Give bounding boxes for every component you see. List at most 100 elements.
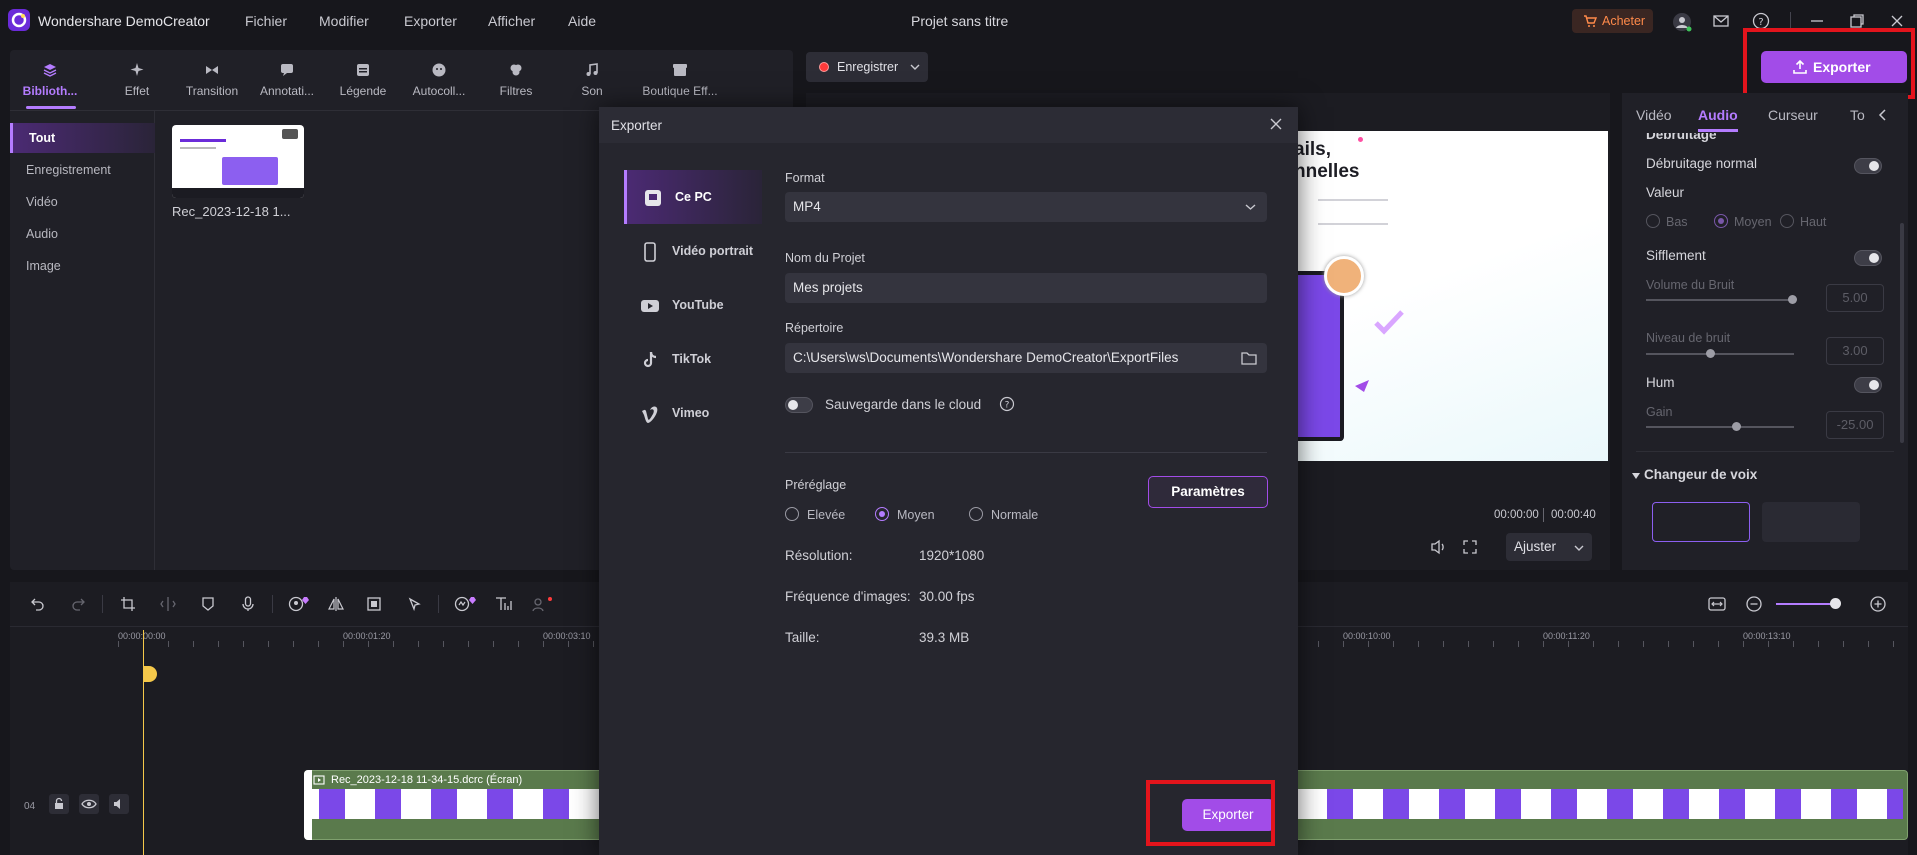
noise-level-slider[interactable] (1646, 353, 1794, 355)
settings-button[interactable]: Paramètres (1148, 476, 1268, 508)
noise-level-knob[interactable] (1706, 349, 1715, 358)
voice-option-card[interactable] (1652, 502, 1750, 542)
value-radio-moyen[interactable] (1714, 214, 1728, 228)
record-button[interactable]: Enregistrer (806, 52, 928, 82)
gain-knob[interactable] (1732, 422, 1741, 431)
directory-label: Répertoire (785, 321, 844, 335)
fullscreen-icon[interactable] (1462, 539, 1478, 555)
sidebar-item-tout[interactable]: Tout (10, 123, 155, 153)
sidebar-item-video[interactable]: Vidéo (10, 187, 155, 217)
directory-input[interactable]: C:\Users\ws\Documents\Wondershare DemoCr… (785, 343, 1267, 373)
tab-legende[interactable]: Légende (328, 60, 398, 98)
menu-exporter[interactable]: Exporter (404, 13, 457, 29)
media-clip-thumbnail[interactable] (172, 125, 304, 198)
cursor-effect-icon[interactable] (406, 596, 422, 612)
sidebar-item-audio[interactable]: Audio (10, 219, 155, 249)
destination-video-portrait[interactable]: Vidéo portrait (624, 224, 762, 278)
mirror-icon[interactable] (328, 596, 344, 612)
playhead-marker[interactable] (143, 666, 157, 682)
playhead-line[interactable] (143, 630, 144, 855)
redo-icon[interactable] (70, 596, 86, 612)
cloud-backup-toggle[interactable] (785, 397, 813, 413)
preset-radio-normale[interactable] (969, 507, 983, 521)
fit-timeline-icon[interactable] (1708, 596, 1726, 612)
sidebar-item-image[interactable]: Image (10, 251, 155, 281)
project-name-input[interactable]: Mes projets (785, 273, 1267, 303)
props-tab-curseur[interactable]: Curseur (1768, 107, 1818, 123)
tab-transition[interactable]: Transition (177, 60, 247, 98)
gain-input[interactable]: -25.00 (1826, 411, 1884, 439)
music-icon (557, 60, 627, 80)
menu-afficher[interactable]: Afficher (488, 13, 535, 29)
eye-icon[interactable] (79, 794, 99, 814)
zoom-in-icon[interactable] (1870, 596, 1886, 612)
destination-tiktok[interactable]: TikTok (624, 332, 762, 386)
tab-boutique-effets[interactable]: Boutique Eff... (630, 60, 730, 98)
preset-radio-moyen[interactable] (875, 507, 889, 521)
menu-aide[interactable]: Aide (568, 13, 596, 29)
account-icon[interactable] (1672, 12, 1692, 32)
menu-fichier[interactable]: Fichier (245, 13, 287, 29)
crop-icon[interactable] (120, 596, 136, 612)
noise-volume-input[interactable]: 5.00 (1826, 284, 1884, 312)
time-separator (1543, 508, 1544, 522)
noise-volume-slider[interactable] (1646, 299, 1794, 301)
zoom-slider[interactable] (1776, 603, 1838, 605)
caret-down-icon[interactable] (1631, 472, 1641, 480)
time-current: 00:00:00 (1494, 509, 1539, 521)
clip-start-handle[interactable] (304, 770, 312, 840)
menu-modifier[interactable]: Modifier (319, 13, 369, 29)
voice-icon[interactable] (532, 596, 554, 612)
close-icon[interactable] (1269, 117, 1283, 131)
audio-stretch-icon[interactable] (494, 596, 512, 612)
noise-volume-knob[interactable] (1788, 295, 1797, 304)
undo-icon[interactable] (30, 596, 46, 612)
lock-icon[interactable] (49, 794, 69, 814)
voice-option-card[interactable] (1762, 502, 1860, 542)
props-tab-video[interactable]: Vidéo (1636, 107, 1672, 123)
noise-level-input[interactable]: 3.00 (1826, 337, 1884, 365)
sidebar-item-enregistrement[interactable]: Enregistrement (10, 155, 155, 185)
format-select[interactable]: MP4 (785, 192, 1267, 222)
chevron-left-icon[interactable] (1878, 109, 1888, 121)
tab-annotation[interactable]: Annotati... (252, 60, 322, 98)
microphone-icon[interactable] (240, 596, 256, 612)
tab-label: Annotati... (259, 84, 315, 98)
preset-radio-elevee[interactable] (785, 507, 799, 521)
split-icon[interactable] (160, 596, 176, 612)
greenscreen-icon[interactable] (366, 596, 382, 612)
zoom-slider-knob[interactable] (1830, 598, 1841, 609)
folder-icon[interactable] (1241, 351, 1257, 365)
ai-effect-icon[interactable] (454, 596, 480, 612)
gain-slider[interactable] (1646, 426, 1794, 428)
props-scrollbar[interactable] (1900, 223, 1904, 443)
info-icon[interactable]: ? (999, 396, 1015, 412)
whistle-toggle[interactable] (1854, 250, 1882, 266)
ruler-label: 00:00:01:20 (343, 631, 391, 641)
tab-son[interactable]: Son (557, 60, 627, 98)
destination-youtube[interactable]: YouTube (624, 278, 762, 332)
tab-filtres[interactable]: Filtres (481, 60, 551, 98)
props-tab-partial[interactable]: To (1850, 107, 1868, 123)
volume-icon[interactable] (1430, 539, 1448, 555)
fit-dropdown[interactable]: Ajuster (1506, 533, 1592, 561)
tab-autocollant[interactable]: Autocoll... (404, 60, 474, 98)
transition-icon (177, 60, 247, 80)
marker-icon[interactable] (200, 596, 216, 612)
destination-vimeo[interactable]: Vimeo (624, 386, 762, 440)
buy-button[interactable]: Acheter (1572, 9, 1653, 33)
speaker-icon[interactable] (109, 794, 129, 814)
tab-bibliotheque[interactable]: Biblioth... (15, 60, 85, 98)
hum-toggle[interactable] (1854, 377, 1882, 393)
tab-label: Biblioth... (22, 84, 78, 98)
value-radio-haut[interactable] (1780, 214, 1794, 228)
denoise-toggle[interactable] (1854, 158, 1882, 174)
value-radio-bas[interactable] (1646, 214, 1660, 228)
props-tab-audio[interactable]: Audio (1698, 107, 1738, 123)
destination-ce-pc[interactable]: Ce PC (624, 170, 762, 224)
face-tracking-icon[interactable] (288, 596, 312, 612)
mail-icon[interactable] (1712, 12, 1730, 30)
active-tab-underline (26, 106, 76, 109)
zoom-out-icon[interactable] (1746, 596, 1762, 612)
tab-effet[interactable]: Effet (102, 60, 172, 98)
